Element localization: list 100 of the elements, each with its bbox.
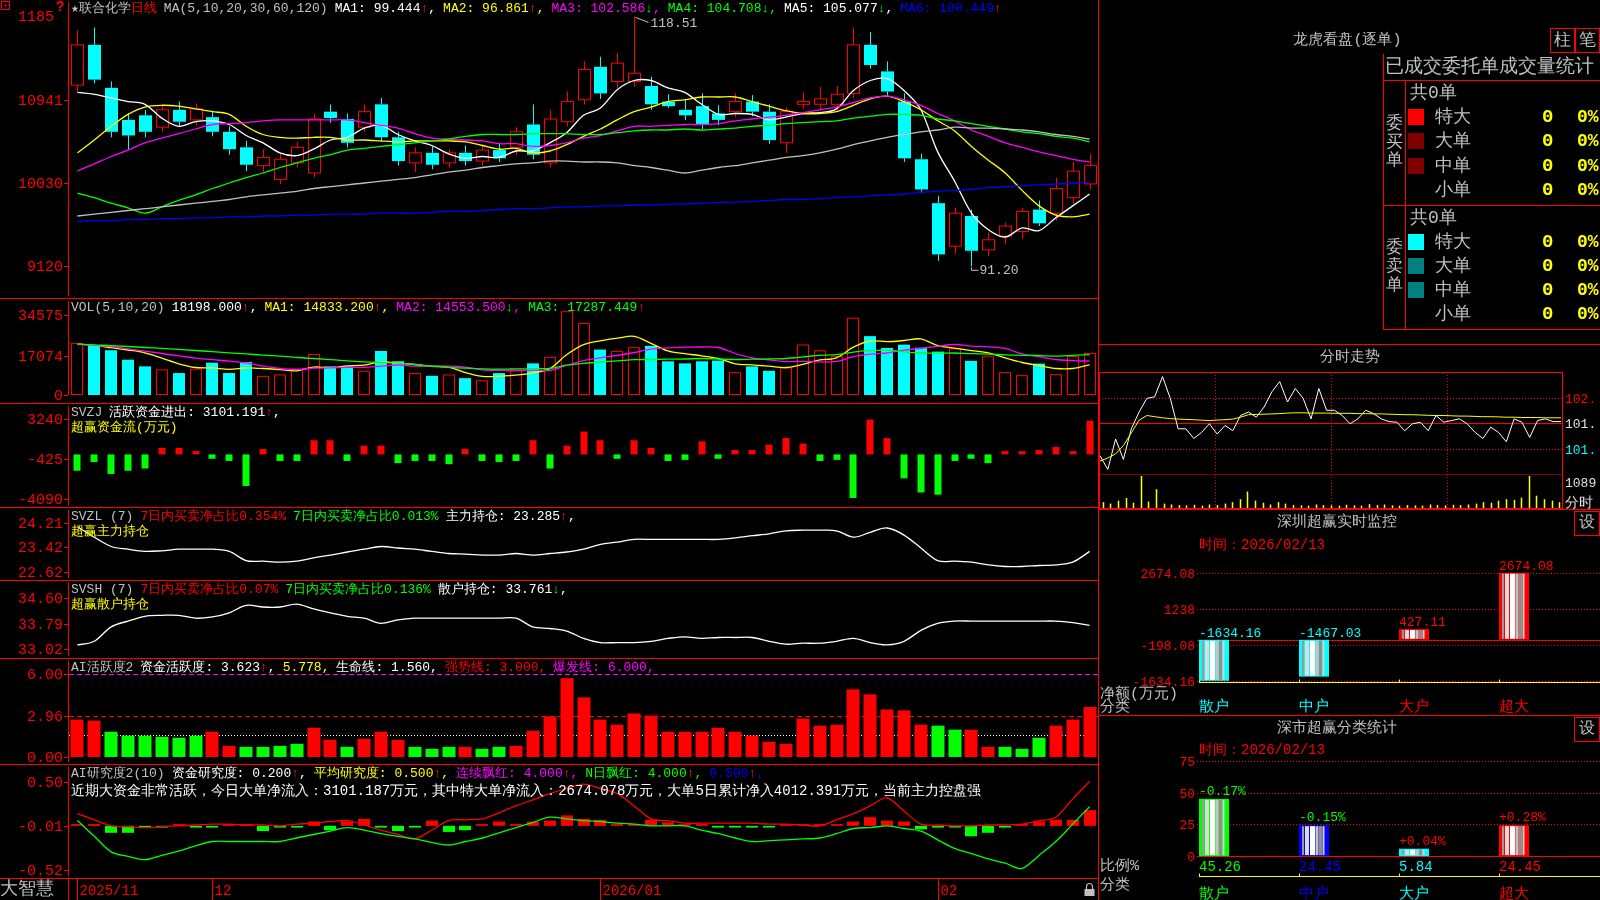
indicator-reading: N日飘红: 4.000↑,	[585, 766, 703, 781]
axis-tick-label: 3240	[27, 412, 63, 430]
category-label: 中户	[1299, 699, 1329, 716]
order-size-label: 小单	[1435, 304, 1471, 324]
axis-title: 比例%	[1100, 858, 1139, 875]
period-label: 日线	[130, 1, 157, 16]
axis-tick-label: 9120	[27, 259, 63, 277]
axis-tick-label: -4090	[18, 491, 63, 507]
category-label: 中户	[1299, 886, 1329, 900]
stock-name: ★联合化学	[71, 1, 131, 16]
indicator-name: MA(5,10,20,30,60,120)	[163, 1, 328, 16]
order-share: 0%	[1577, 179, 1599, 200]
indicator-reading: 资金研究度: 0.200↑,	[171, 766, 307, 781]
indicator-reading: MA1: 14833.200↑,	[264, 300, 390, 315]
value-label: 2674.08	[1499, 558, 1554, 574]
time-label: 时间：2026/02/13	[1199, 742, 1325, 758]
axis-tick-label: 25	[1179, 818, 1195, 833]
indicator-reading: 18198.000↑,	[171, 300, 258, 315]
order-count: 0	[1542, 106, 1554, 129]
indicator-name: SVZL (7)	[71, 509, 134, 524]
indicator-reading: MA4: 104.708↓,	[667, 1, 778, 16]
table-title: 已成交委托单成交量统计	[1384, 55, 1594, 80]
indicator-reading: 7日内买卖净占比0.07%	[140, 582, 279, 597]
axis-tick-label: 6.00	[27, 667, 63, 685]
axis-tick-label: 34575	[18, 308, 63, 326]
change-label: +0.04%	[1399, 833, 1446, 849]
axis-tick-label: 10030	[18, 176, 63, 194]
order-count: 0	[1542, 154, 1554, 177]
scale-label: 1089	[1565, 476, 1597, 491]
axis-title: 分类	[1100, 877, 1130, 894]
axis-tick-label: 1238	[1163, 603, 1195, 618]
order-share: 0%	[1577, 256, 1599, 276]
axis-tick-label: 2.96	[27, 709, 63, 727]
order-count: 0	[1542, 130, 1554, 153]
axis-tick-label: 33.79	[18, 617, 63, 635]
order-size-label: 特大	[1435, 107, 1471, 128]
indicator-reading: 5.778,	[282, 660, 330, 675]
category-label: 大户	[1399, 699, 1429, 716]
axis-tick-label: 34.60	[18, 591, 63, 609]
order-share: 0%	[1577, 155, 1599, 176]
order-count: 0	[1542, 303, 1554, 325]
group-label: 委卖单	[1386, 239, 1403, 296]
axis-tick-label: 10941	[18, 92, 63, 110]
indicator-reading: 强势线: 3.000,	[444, 660, 547, 675]
axis-tick-label: 2674.08	[1140, 567, 1195, 582]
indicator-name: SVZJ	[71, 405, 103, 420]
time-label: 时间：2026/02/13	[1199, 537, 1325, 553]
value-label: -1467.03	[1299, 625, 1362, 641]
order-size-label: 大单	[1435, 256, 1471, 276]
indicator-reading: 平均研究度: 0.500↑,	[313, 766, 450, 781]
change-label: +0.28%	[1499, 810, 1546, 826]
indicator-reading: 爆发线: 6.000,	[553, 660, 655, 675]
value-label: 45.26	[1199, 858, 1241, 875]
date-label: 2025/11	[79, 883, 139, 899]
category-label: 散户	[1199, 886, 1229, 900]
axis-tick-label: 75	[1179, 755, 1195, 770]
indicator-reading: MA3: 17287.449↑	[528, 300, 646, 315]
panel-title: 分时走势	[1319, 349, 1380, 366]
order-size-label: 中单	[1435, 280, 1471, 300]
indicator-name: SVSH (7)	[71, 582, 134, 597]
date-label: 02	[940, 883, 958, 899]
value-label: 5.84	[1399, 858, 1433, 875]
date-label: 2026/01	[602, 883, 662, 899]
indicator-reading: 连续飘红: 4.000↑,	[456, 766, 579, 781]
axis-tick-label: 1185	[18, 9, 54, 27]
value-label: 24.45	[1499, 858, 1541, 875]
category-label: 超大	[1499, 886, 1529, 900]
indicator-reading: 7日内买卖净占比0.013%	[293, 509, 439, 524]
change-label: -0.17%	[1199, 783, 1246, 799]
order-share: 0%	[1577, 232, 1599, 252]
period-label: 分时	[1565, 495, 1593, 509]
axis-tick-label: -425	[27, 452, 63, 470]
order-share: 0%	[1577, 304, 1599, 324]
panel-title: 龙虎看盘(逐单)	[1293, 32, 1402, 50]
change-label: -0.15%	[1299, 810, 1346, 826]
total-count: 共0单	[1410, 208, 1457, 228]
axis-tick-label: 17074	[18, 348, 63, 366]
order-count: 0	[1542, 255, 1554, 277]
indicator-name: AI研究度2(10)	[71, 766, 165, 781]
indicator-reading: MA6: 100.449↑	[900, 1, 1002, 16]
order-size-label: 小单	[1435, 179, 1471, 200]
axis-tick-label: 0.50	[27, 774, 63, 792]
category-label: 散户	[1199, 699, 1229, 716]
axis-tick-label: 33.02	[18, 642, 63, 658]
indicator-reading: MA2: 96.861↑,	[443, 1, 545, 16]
axis-tick-label: 24.21	[18, 516, 63, 534]
indicator-reading: 生命线: 1.560,	[336, 660, 438, 675]
value-label: 427.11	[1399, 615, 1446, 631]
date-label: 12	[214, 883, 232, 899]
indicator-reading: 资金活跃度: 3.623↑,	[140, 660, 276, 675]
axis-tick-label: -0.01	[18, 818, 63, 836]
indicator-title: 超赢散户持仓	[71, 597, 149, 612]
axis-tick-label: -0.52	[18, 863, 63, 878]
order-count: 0	[1542, 279, 1554, 301]
category-label: 超大	[1499, 699, 1529, 716]
order-count: 0	[1542, 178, 1554, 201]
order-size-label: 大单	[1435, 131, 1471, 152]
value-label: 24.45	[1299, 858, 1341, 875]
order-count: 0	[1542, 231, 1554, 253]
order-size-label: 特大	[1435, 232, 1471, 252]
